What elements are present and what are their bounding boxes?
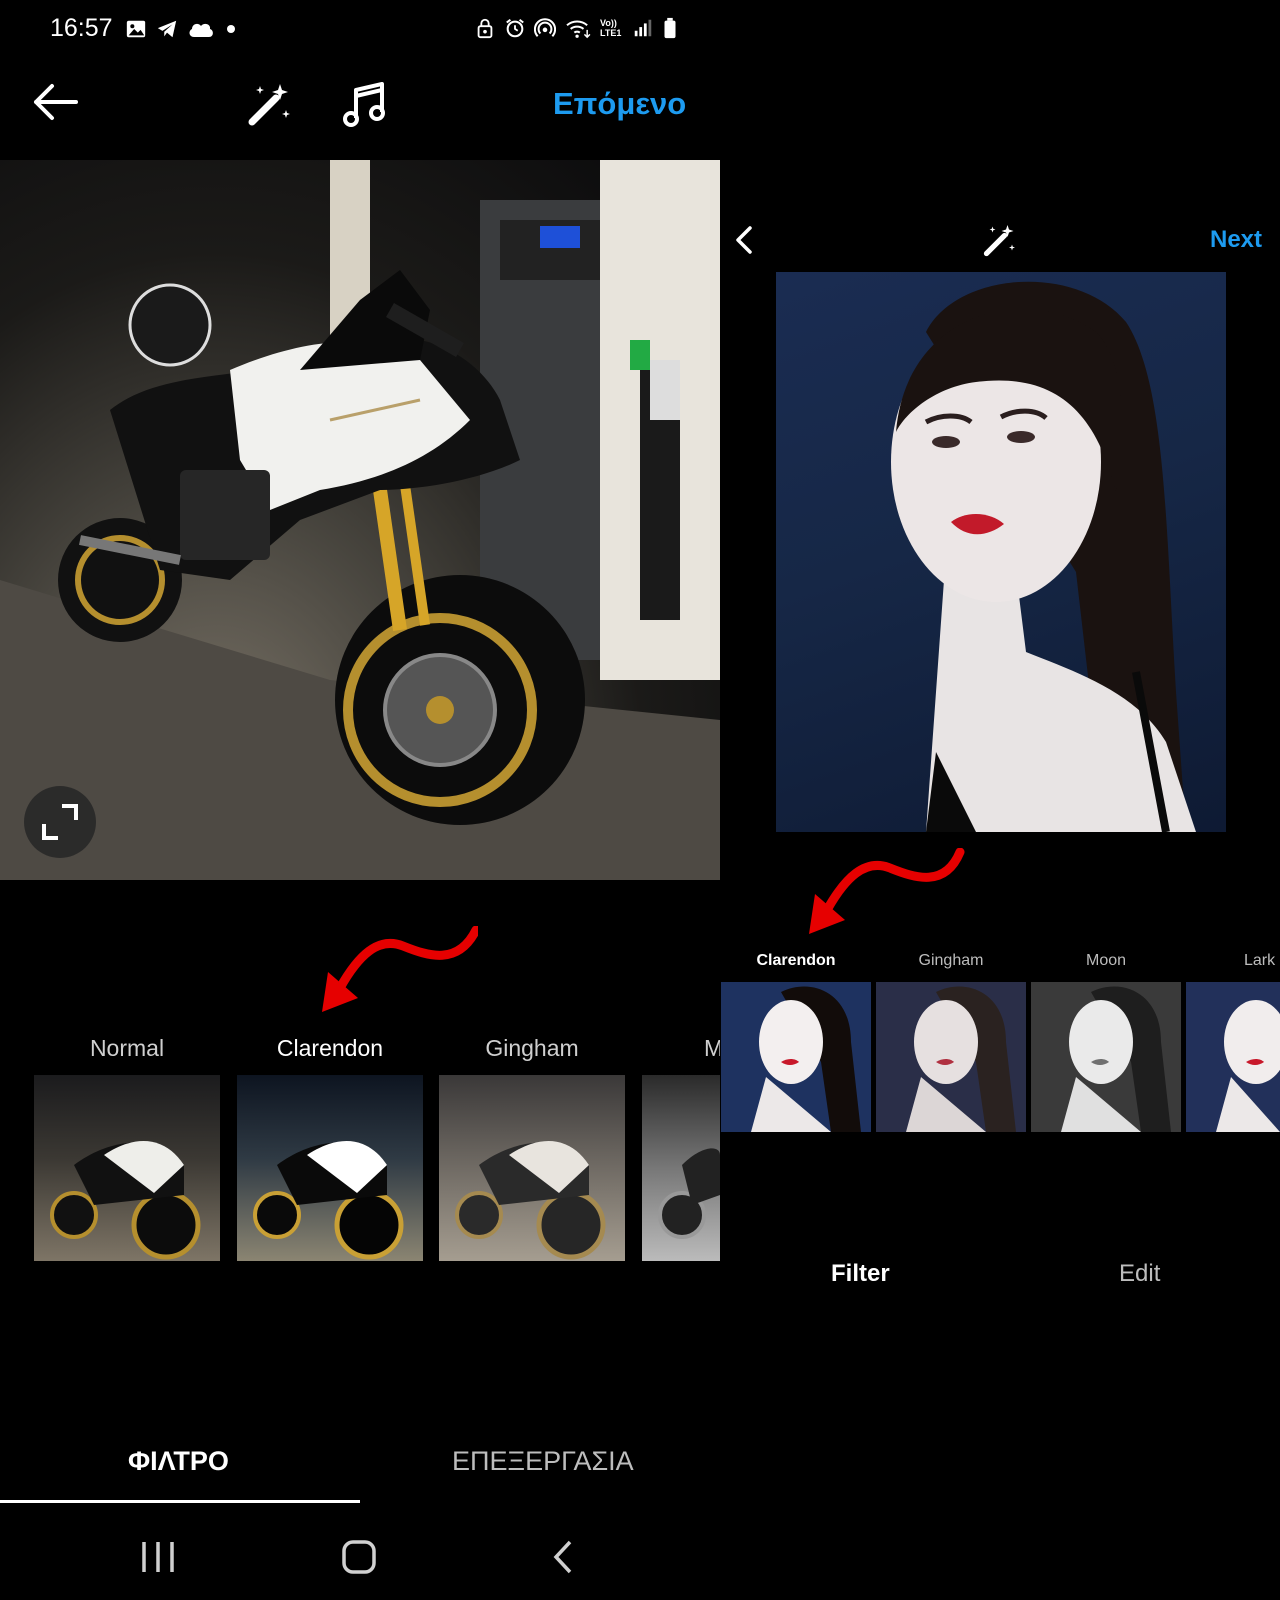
right-filter-thumb-clarendon[interactable] — [721, 982, 871, 1132]
alarm-icon — [504, 17, 526, 39]
right-magic-wand-button[interactable] — [982, 222, 1018, 258]
signal-icon — [632, 17, 654, 39]
magic-wand-icon — [248, 84, 290, 126]
right-filter-thumb-gingham[interactable] — [876, 982, 1026, 1132]
motorcycle-photo — [0, 160, 720, 880]
thumb-portrait — [1216, 1000, 1280, 1132]
thumb-motorcycle — [50, 1141, 201, 1260]
arrow-left-icon — [34, 84, 78, 120]
recent-apps-button[interactable] — [140, 1538, 176, 1576]
back-button[interactable] — [30, 82, 80, 122]
system-back-button[interactable] — [550, 1538, 574, 1576]
right-filter-label-gingham: Gingham — [918, 952, 984, 969]
telegram-icon — [156, 18, 178, 40]
tab-edit[interactable]: ΕΠΕΞΕΡΓΑΣΙΑ — [452, 1446, 634, 1477]
right-filter-thumb-lark[interactable] — [1186, 982, 1280, 1132]
filter-thumb-clarendon[interactable] — [237, 1075, 423, 1261]
battery-icon — [662, 17, 678, 39]
home-icon — [342, 1540, 376, 1574]
music-button[interactable] — [342, 80, 388, 128]
thumb-portrait — [1061, 986, 1171, 1132]
thumb-motorcycle — [253, 1141, 404, 1260]
portrait-photo — [776, 272, 1226, 832]
status-icons-left — [125, 18, 238, 40]
right-filter-thumb-moon[interactable] — [1031, 982, 1181, 1132]
dot-icon — [224, 18, 238, 40]
filter-label-gingham: Gingham — [485, 1035, 579, 1061]
annotation-arrow-left — [318, 926, 478, 1016]
filter-thumb-partial[interactable] — [642, 1075, 720, 1261]
chevron-left-icon — [736, 226, 752, 254]
filter-label-partial: M — [704, 1035, 720, 1061]
filter-label-clarendon: Clarendon — [276, 1035, 384, 1061]
expand-icon — [42, 804, 78, 840]
right-back-button[interactable] — [730, 222, 758, 258]
back-icon — [553, 1540, 572, 1574]
red-arrow-icon — [809, 848, 965, 934]
next-button[interactable]: Επόμενο — [553, 86, 686, 122]
right-filter-label-clarendon: Clarendon — [756, 952, 836, 969]
home-button[interactable] — [340, 1538, 378, 1576]
thumb-motorcycle — [658, 1148, 720, 1239]
expand-button[interactable] — [24, 786, 96, 858]
red-arrow-icon — [322, 926, 478, 1012]
thumb-motorcycle — [455, 1141, 606, 1260]
motorcycle-illustration — [0, 160, 720, 880]
status-time: 16:57 — [50, 14, 113, 42]
wifi-icon — [564, 17, 592, 39]
recent-apps-icon — [142, 1542, 174, 1572]
cloud-icon — [187, 18, 215, 40]
right-next-button[interactable]: Next — [1210, 226, 1262, 254]
filter-label-normal: Normal — [89, 1035, 165, 1061]
tab-filter[interactable]: ΦΙΛΤΡΟ — [128, 1446, 229, 1477]
status-icons-right: Vo)) LTE1 — [474, 17, 678, 39]
annotation-arrow-right — [805, 848, 965, 938]
volte-icon: Vo)) LTE1 — [600, 18, 622, 38]
magic-wand-button[interactable] — [246, 80, 294, 128]
right-tab-filter[interactable]: Filter — [831, 1260, 890, 1288]
gallery-icon — [125, 18, 147, 40]
right-filter-label-moon: Moon — [1085, 952, 1127, 969]
right-filter-label-lark: Lark — [1244, 952, 1276, 969]
tab-filter-underline — [0, 1500, 360, 1503]
portrait-illustration — [891, 281, 1196, 832]
lock-icon — [474, 17, 496, 39]
filter-thumb-normal[interactable] — [34, 1075, 220, 1261]
magic-wand-icon — [983, 225, 1015, 257]
thumb-portrait — [906, 986, 1016, 1132]
right-tab-edit[interactable]: Edit — [1119, 1260, 1160, 1288]
thumb-portrait — [751, 986, 861, 1132]
filter-thumb-gingham[interactable] — [439, 1075, 625, 1261]
hotspot-icon — [534, 17, 556, 39]
music-note-icon — [343, 82, 385, 127]
